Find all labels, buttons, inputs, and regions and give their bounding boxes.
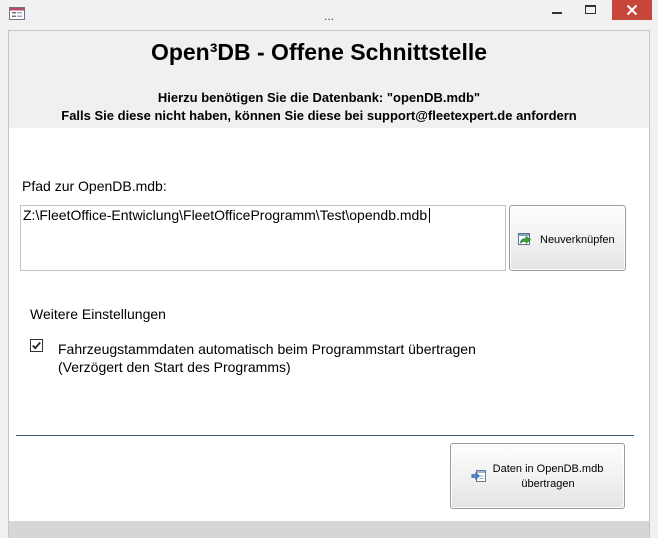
auto-transfer-checkbox[interactable] bbox=[30, 339, 43, 352]
header-info-line-1: Hierzu benötigen Sie die Datenbank: "ope… bbox=[157, 90, 481, 105]
settings-heading: Weitere Einstellungen bbox=[30, 306, 166, 322]
transfer-button-label-line-2: übertragen bbox=[521, 478, 575, 490]
form-header: Open³DB - Offene Schnittstelle Hierzu be… bbox=[9, 31, 649, 128]
maximize-button[interactable] bbox=[575, 0, 607, 20]
auto-transfer-label-line-2: (Verzögert den Start des Programms) bbox=[58, 359, 291, 375]
form-title: Open³DB - Offene Schnittstelle bbox=[150, 39, 488, 65]
checkmark-icon bbox=[32, 341, 41, 350]
title-bar[interactable]: ... bbox=[0, 0, 658, 30]
relink-icon bbox=[518, 233, 531, 245]
relink-button[interactable]: Neuverknüpfen bbox=[509, 205, 626, 271]
auto-transfer-label-line-1: Fahrzeugstammdaten automatisch beim Prog… bbox=[58, 341, 476, 357]
close-icon bbox=[626, 4, 638, 16]
maximize-icon bbox=[585, 5, 596, 14]
header-info-line-2: Falls Sie diese nicht haben, können Sie … bbox=[61, 108, 577, 123]
path-label: Pfad zur OpenDB.mdb: bbox=[22, 178, 167, 194]
status-band bbox=[9, 521, 649, 538]
close-button[interactable] bbox=[612, 0, 652, 20]
client-area: Open³DB - Offene Schnittstelle Hierzu be… bbox=[8, 30, 650, 538]
minimize-button[interactable] bbox=[542, 0, 572, 20]
path-value: Z:\FleetOffice-Entwiclung\FleetOfficePro… bbox=[23, 207, 428, 223]
path-input[interactable]: Z:\FleetOffice-Entwiclung\FleetOfficePro… bbox=[20, 205, 506, 271]
transfer-button-label-line-1: Daten in OpenDB.mdb bbox=[492, 463, 604, 475]
minimize-icon bbox=[552, 12, 562, 14]
text-caret bbox=[429, 208, 431, 223]
relink-button-label: Neuverknüpfen bbox=[540, 234, 615, 246]
divider bbox=[16, 435, 634, 436]
transfer-button[interactable]: Daten in OpenDB.mdb übertragen bbox=[450, 443, 625, 509]
